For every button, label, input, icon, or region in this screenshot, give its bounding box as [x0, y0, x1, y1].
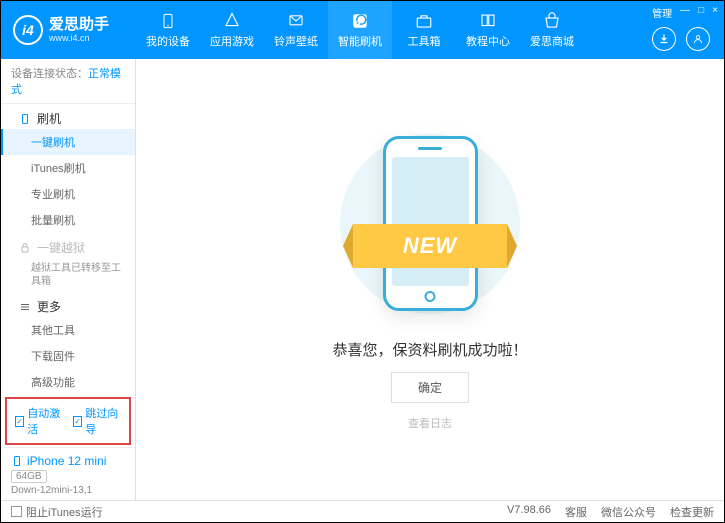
- nav-store[interactable]: 爱思商城: [520, 1, 584, 59]
- main-nav: 我的设备 应用游戏 铃声壁纸 智能刷机 工具箱 教程中心 爱思商城: [136, 1, 724, 59]
- logo-area: i4 爱思助手 www.i4.cn: [1, 15, 136, 45]
- sidebar-item-itunes[interactable]: iTunes刷机: [1, 155, 135, 181]
- sidebar-item-download[interactable]: 下载固件: [1, 343, 135, 369]
- version-label: V7.98.66: [507, 504, 551, 520]
- main-content: NEW 恭喜您，保资料刷机成功啦！ 确定 查看日志: [136, 59, 724, 500]
- sidebar-item-oneclick[interactable]: 一键刷机: [1, 129, 135, 155]
- nav-ringtone[interactable]: 铃声壁纸: [264, 1, 328, 59]
- support-link[interactable]: 客服: [565, 504, 587, 520]
- section-jailbreak: 一键越狱: [1, 233, 135, 258]
- checkbox-skip-setup[interactable]: ✓跳过向导: [73, 405, 121, 437]
- nav-label: 工具箱: [408, 33, 441, 49]
- sidebar: 设备连接状态：正常模式 刷机 一键刷机 iTunes刷机 专业刷机 批量刷机 一…: [1, 59, 136, 500]
- confirm-button[interactable]: 确定: [391, 372, 469, 403]
- lock-icon: [19, 242, 31, 254]
- nav-label: 我的设备: [146, 33, 190, 49]
- phone-icon: [19, 113, 31, 125]
- sidebar-item-pro[interactable]: 专业刷机: [1, 181, 135, 207]
- footer: 阻止iTunes运行 V7.98.66 客服 微信公众号 检查更新: [1, 500, 724, 522]
- success-illustration: NEW: [365, 129, 495, 319]
- toolbox-icon: [414, 12, 434, 30]
- nav-apps[interactable]: 应用游戏: [200, 1, 264, 59]
- store-icon: [542, 12, 562, 30]
- sidebar-item-advanced[interactable]: 高级功能: [1, 369, 135, 395]
- sidebar-item-batch[interactable]: 批量刷机: [1, 207, 135, 233]
- nav-toolbox[interactable]: 工具箱: [392, 1, 456, 59]
- sidebar-item-other[interactable]: 其他工具: [1, 317, 135, 343]
- window-controls: 管理 — □ ×: [652, 5, 718, 20]
- wechat-link[interactable]: 微信公众号: [601, 504, 656, 520]
- user-button[interactable]: [686, 27, 710, 51]
- nav-label: 教程中心: [466, 33, 510, 49]
- section-more[interactable]: 更多: [1, 292, 135, 317]
- nav-tutorial[interactable]: 教程中心: [456, 1, 520, 59]
- nav-label: 铃声壁纸: [274, 33, 318, 49]
- firmware-label: Down-12mini-13,1: [11, 485, 125, 496]
- book-icon: [478, 12, 498, 30]
- download-button[interactable]: [652, 27, 676, 51]
- storage-badge: 64GB: [11, 470, 47, 483]
- manage-link[interactable]: 管理: [652, 5, 672, 20]
- app-header: i4 爱思助手 www.i4.cn 我的设备 应用游戏 铃声壁纸 智能刷机 工具…: [1, 1, 724, 59]
- flash-icon: [350, 12, 370, 30]
- maximize-button[interactable]: □: [698, 5, 704, 20]
- view-log-link[interactable]: 查看日志: [408, 415, 452, 431]
- app-name: 爱思助手: [49, 17, 109, 34]
- success-message: 恭喜您，保资料刷机成功啦！: [332, 339, 527, 360]
- update-link[interactable]: 检查更新: [670, 504, 714, 520]
- device-info: iPhone 12 mini 64GB Down-12mini-13,1: [1, 447, 135, 500]
- jailbreak-note: 越狱工具已转移至工具箱: [1, 258, 135, 292]
- nav-label: 应用游戏: [210, 33, 254, 49]
- minimize-button[interactable]: —: [680, 5, 690, 20]
- phone-icon: [158, 12, 178, 30]
- nav-label: 智能刷机: [338, 33, 382, 49]
- logo-icon: i4: [13, 15, 43, 45]
- section-flash[interactable]: 刷机: [1, 104, 135, 129]
- phone-icon: [11, 454, 23, 468]
- apps-icon: [222, 12, 242, 30]
- new-banner: NEW: [353, 224, 507, 268]
- nav-label: 爱思商城: [530, 33, 574, 49]
- app-url: www.i4.cn: [49, 33, 109, 43]
- checkbox-auto-activate[interactable]: ✓自动激活: [15, 405, 63, 437]
- block-itunes-label: 阻止iTunes运行: [26, 504, 103, 520]
- menu-icon: [19, 301, 31, 313]
- close-button[interactable]: ×: [712, 5, 718, 20]
- checkbox-block-itunes[interactable]: [11, 506, 22, 517]
- nav-my-device[interactable]: 我的设备: [136, 1, 200, 59]
- ringtone-icon: [286, 12, 306, 30]
- nav-flash[interactable]: 智能刷机: [328, 1, 392, 59]
- options-row: ✓自动激活 ✓跳过向导: [5, 397, 131, 445]
- device-status: 设备连接状态：正常模式: [1, 59, 135, 104]
- device-name[interactable]: iPhone 12 mini: [11, 454, 125, 468]
